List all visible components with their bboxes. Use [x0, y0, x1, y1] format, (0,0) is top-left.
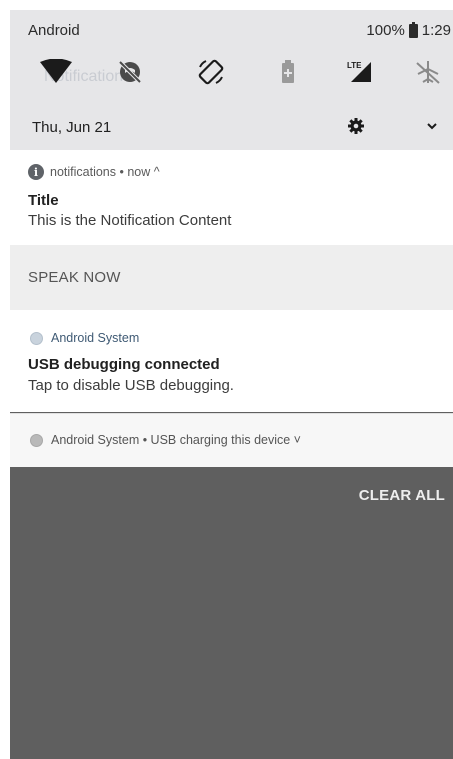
- info-icon: i: [28, 164, 44, 180]
- notification-header: i notifications • now ^: [28, 164, 160, 180]
- date-label: Thu, Jun 21: [32, 119, 112, 136]
- notification-meta: notifications • now ^: [50, 165, 160, 179]
- lte-signal-icon: LTE: [347, 61, 371, 82]
- carrier-label: Android: [28, 22, 80, 39]
- notification-header: Android System: [30, 331, 139, 345]
- battery-icon: [408, 21, 418, 38]
- gear-icon: [348, 118, 364, 134]
- auto-rotate-tile[interactable]: [189, 52, 233, 92]
- quick-settings-tiles: Notification LTE: [10, 50, 453, 102]
- auto-rotate-icon: [198, 59, 224, 85]
- clock: 1:29: [421, 22, 451, 39]
- notification-summary: Android System • USB charging this devic…: [51, 433, 301, 447]
- status-right: 100% 1:29: [366, 21, 451, 39]
- airplane-mode-tile[interactable]: [406, 52, 450, 92]
- android-screen: Android 100% 1:29 Notification LTE Thu, …: [10, 10, 453, 759]
- quick-settings-panel: Android 100% 1:29 Notification LTE Thu, …: [10, 10, 453, 150]
- notification-title: USB debugging connected: [28, 356, 220, 373]
- do-not-disturb-tile[interactable]: [108, 52, 152, 92]
- expand-button[interactable]: [422, 116, 442, 136]
- svg-text:LTE: LTE: [347, 61, 362, 70]
- battery-saver-tile[interactable]: [266, 52, 310, 92]
- date-row: Thu, Jun 21: [10, 104, 453, 150]
- lte-signal-tile[interactable]: LTE: [339, 52, 383, 92]
- android-system-icon: [30, 331, 43, 345]
- airplane-mode-icon: [416, 61, 440, 84]
- clear-all-button[interactable]: CLEAR ALL: [359, 487, 445, 504]
- speak-now-action[interactable]: SPEAK NOW: [10, 245, 453, 310]
- do-not-disturb-icon: [117, 59, 143, 85]
- usb-debugging-notification[interactable]: Android System USB debugging connected T…: [10, 310, 453, 412]
- notification-header: Android System • USB charging this devic…: [30, 433, 301, 447]
- chevron-down-icon: [427, 123, 437, 130]
- wifi-icon: [40, 59, 72, 83]
- notification-content: This is the Notification Content: [28, 212, 232, 229]
- battery-percent: 100%: [366, 22, 405, 39]
- settings-button[interactable]: [346, 116, 366, 136]
- speak-now-label: SPEAK NOW: [28, 269, 121, 286]
- usb-charging-notification[interactable]: Android System • USB charging this devic…: [10, 413, 453, 467]
- status-bar: Android 100% 1:29: [10, 10, 453, 50]
- notification-card[interactable]: i notifications • now ^ Title This is th…: [10, 150, 453, 245]
- android-system-icon: [30, 433, 43, 447]
- notification-title: Title: [28, 192, 59, 209]
- notification-app-name: Android System: [51, 331, 140, 345]
- wifi-tile[interactable]: [34, 52, 78, 92]
- notification-content: Tap to disable USB debugging.: [28, 377, 234, 394]
- battery-saver-icon: [282, 60, 294, 83]
